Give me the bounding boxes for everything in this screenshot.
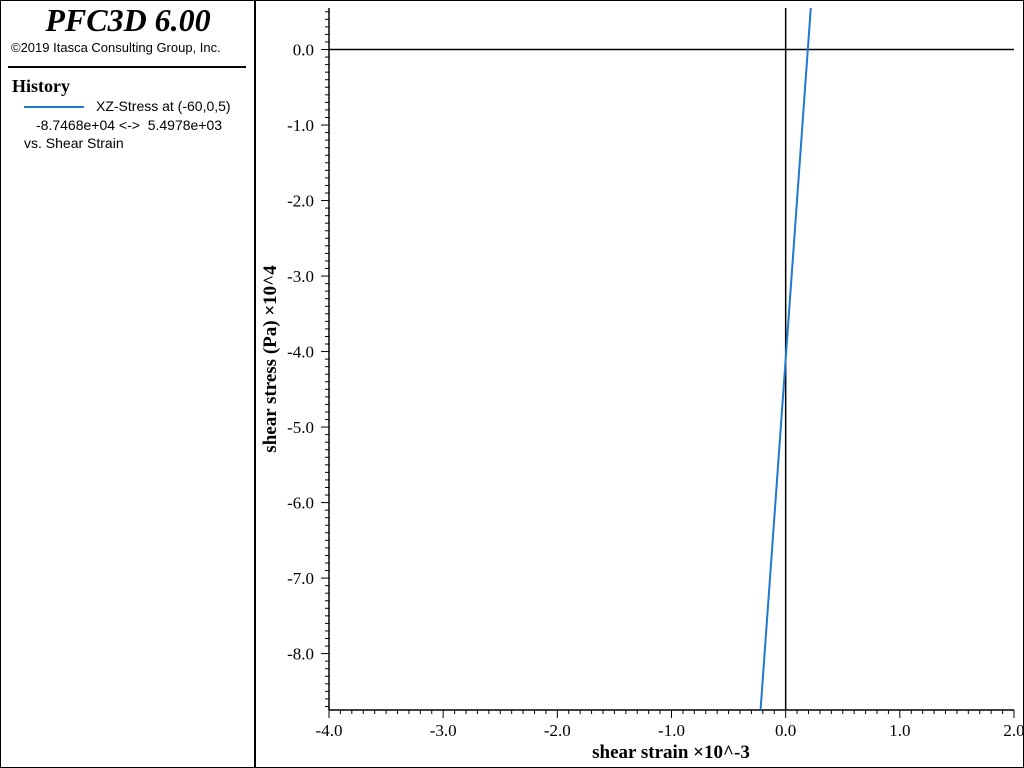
x-tick-label: 1.0 [889,721,910,740]
y-tick-label: -7.0 [287,569,314,588]
axes-group: 0.0 -1.0 -2.0 -3.0 -4.0 -5.0 -6.0 -7.0 -8.0 -4.0 -… [287,8,1024,740]
chart-area: 0.0 -1.0 -2.0 -3.0 -4.0 -5.0 -6.0 -7.0 -8.0 -4.0 -… [260,7,1024,763]
y-tick-label: -3.0 [287,267,314,286]
x-tick-label: 2.0 [1003,721,1024,740]
x-tick-label: -4.0 [316,721,343,740]
x-tick-label: -2.0 [544,721,571,740]
y-tick-label: 0.0 [293,41,314,60]
y-tick-label: -2.0 [287,192,314,211]
x-tick-label: 0.0 [775,721,796,740]
y-tick-label: -4.0 [287,343,314,362]
y-tick-label: -6.0 [287,494,314,513]
x-tick-label: -3.0 [430,721,457,740]
y-tick-label: -8.0 [287,645,314,664]
y-axis-title: shear stress (Pa) ×10^4 [260,265,281,453]
x-tick-label: -1.0 [658,721,685,740]
x-axis-title: shear strain ×10^-3 [592,742,750,763]
y-tick-label: -1.0 [287,116,314,135]
y-tick-label: -5.0 [287,418,314,437]
